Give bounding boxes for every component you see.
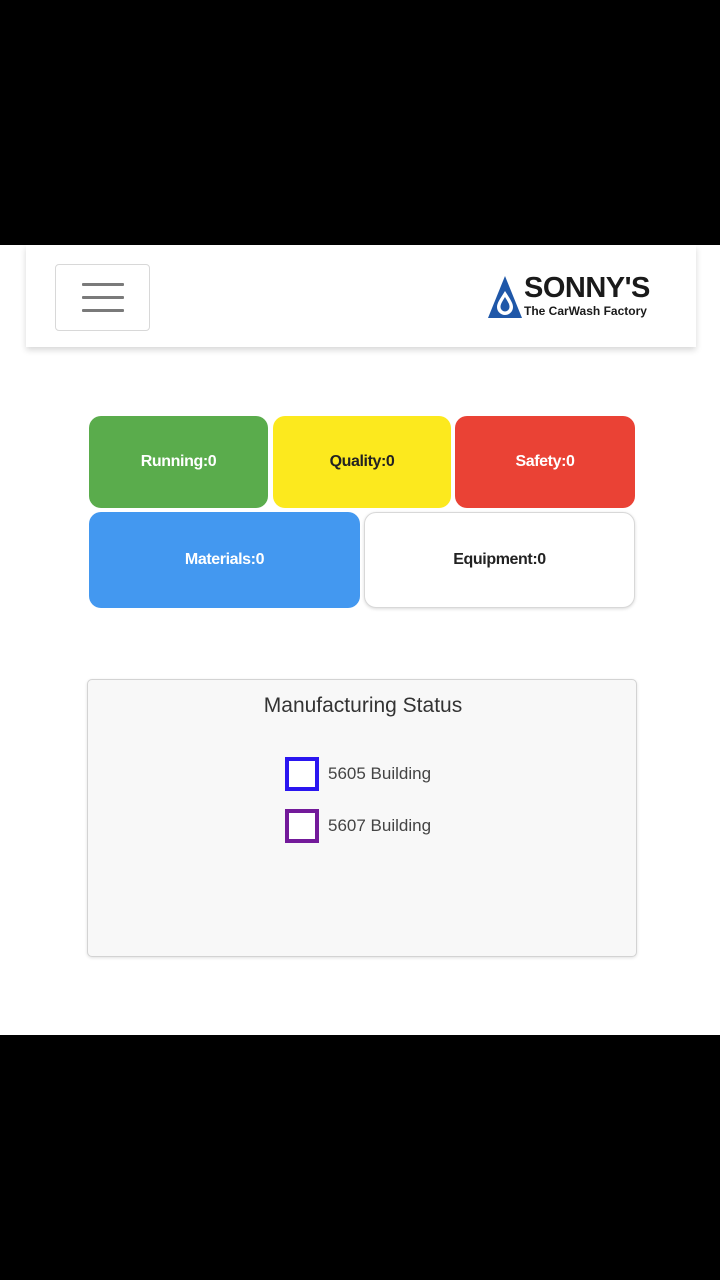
- legend-label-5607: 5607 Building: [328, 816, 432, 835]
- bottom-letterbox: [0, 1035, 720, 1280]
- legend-item-5605[interactable]: 5605 Building: [285, 757, 431, 791]
- materials-tile[interactable]: Materials:0: [89, 512, 360, 608]
- running-tile[interactable]: Running:0: [89, 416, 268, 508]
- logo-name: SONNY'S: [524, 272, 650, 304]
- brand-logo[interactable]: SONNY'S The CarWash Factory: [488, 273, 664, 321]
- hamburger-menu-icon-bar: [82, 296, 124, 299]
- hamburger-menu-icon: [82, 283, 124, 286]
- manufacturing-status-panel: Manufacturing Status 5605 Building 5607 …: [87, 679, 637, 957]
- safety-tile[interactable]: Safety:0: [455, 416, 635, 508]
- equipment-tile[interactable]: Equipment:0: [364, 512, 635, 608]
- manufacturing-status-title: Manufacturing Status: [263, 694, 463, 717]
- materials-tile-label: Materials:0: [184, 551, 265, 568]
- top-letterbox: [0, 0, 720, 245]
- logo-tagline: The CarWash Factory: [524, 304, 647, 318]
- water-drop-logo-icon: [488, 276, 522, 318]
- safety-tile-label: Safety:0: [515, 453, 575, 470]
- quality-tile-label: Quality:0: [329, 453, 395, 470]
- legend-swatch-5605: [285, 757, 319, 791]
- page: SONNY'S The CarWash Factory Running:0 Qu…: [0, 245, 720, 1035]
- navbar: SONNY'S The CarWash Factory: [26, 245, 696, 347]
- running-tile-label: Running:0: [140, 453, 217, 470]
- hamburger-menu-icon-bar: [82, 309, 124, 312]
- menu-toggle-button[interactable]: [55, 264, 150, 331]
- quality-tile[interactable]: Quality:0: [273, 416, 451, 508]
- legend-item-5607[interactable]: 5607 Building: [285, 809, 431, 843]
- legend-label-5605: 5605 Building: [328, 764, 432, 783]
- legend-swatch-5607: [285, 809, 319, 843]
- equipment-tile-label: Equipment:0: [453, 551, 546, 568]
